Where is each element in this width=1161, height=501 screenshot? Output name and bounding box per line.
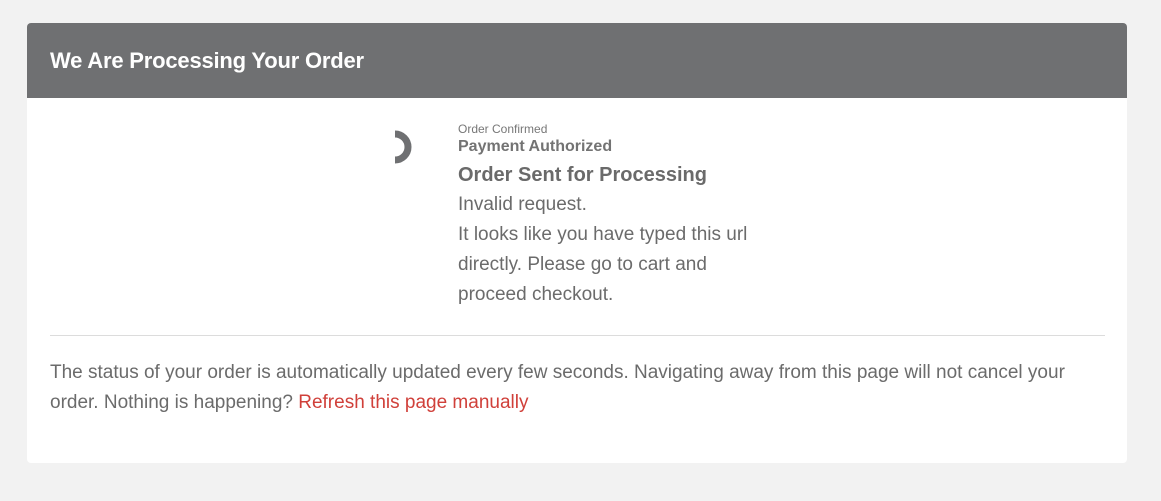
card-header: We Are Processing Your Order: [27, 23, 1127, 98]
status-steps: Order Confirmed Payment Authorized Order…: [458, 122, 798, 310]
status-message-line: Invalid request.: [458, 194, 587, 215]
step-payment-authorized: Payment Authorized: [458, 138, 613, 155]
status-info-body: The status of your order is automaticall…: [50, 362, 1065, 413]
step-order-sent: Order Sent for Processing: [458, 164, 707, 186]
status-area: Order Confirmed Payment Authorized Order…: [27, 98, 1127, 335]
status-message-line: proceed checkout.: [458, 284, 614, 305]
status-message-line: It looks like you have typed this url: [458, 224, 748, 245]
divider: [50, 335, 1105, 336]
order-processing-card: We Are Processing Your Order Order Confi…: [27, 23, 1127, 463]
step-order-confirmed: Order Confirmed: [458, 122, 548, 136]
refresh-page-link[interactable]: Refresh this page manually: [298, 392, 528, 413]
loading-spinner-icon: [394, 130, 412, 164]
status-info-text: The status of your order is automaticall…: [50, 358, 1090, 418]
page-title: We Are Processing Your Order: [50, 47, 364, 73]
status-message-line: directly. Please go to cart and: [458, 254, 707, 275]
